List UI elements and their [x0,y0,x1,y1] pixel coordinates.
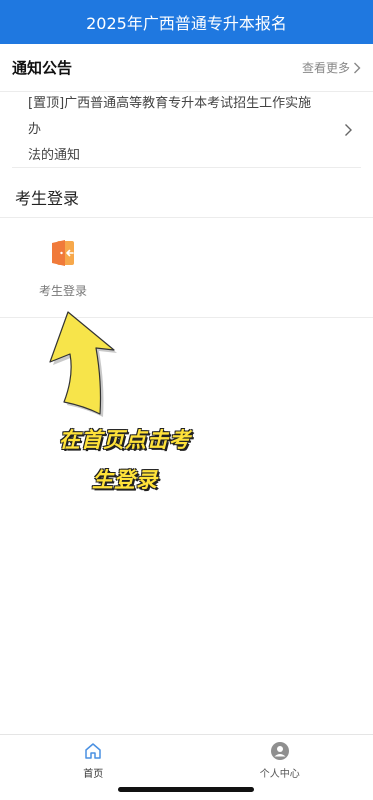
tab-home[interactable]: 首页 [0,735,187,786]
home-indicator [118,787,254,792]
tab-home-label: 首页 [83,769,104,780]
annotation-text: 在首页点击考 生登录 [20,420,230,500]
chevron-right-icon [354,62,361,73]
student-login-button[interactable]: 考生登录 [24,238,102,308]
login-door-icon [52,240,74,266]
notice-section-header: 通知公告 查看更多 [0,44,373,92]
app-header: 2025年广西普通专升本报名 [0,0,373,44]
chevron-right-icon [345,123,352,136]
login-section-title-text: 考生登录 [15,188,80,208]
student-login-label: 考生登录 [38,284,87,298]
view-more-link[interactable]: 查看更多 [302,59,361,76]
tab-user-center[interactable]: 个人中心 [187,735,373,786]
notice-title: 通知公告 [12,59,73,77]
annotation-line2: 生登录 [92,468,158,492]
annotation-line1: 在首页点击考 [59,428,191,452]
login-section-title: 考生登录 [0,176,373,218]
notice-item-line1: [置顶]广西普通高等教育专升本考试招生工作实施办 [28,95,312,137]
bottom-tab-bar: 首页 个人中心 [0,734,373,786]
notice-list-item[interactable]: [置顶]广西普通高等教育专升本考试招生工作实施办 法的通知 [12,92,361,168]
view-more-label: 查看更多 [301,61,350,75]
user-center-icon [270,742,289,760]
notice-item-text: [置顶]广西普通高等教育专升本考试招生工作实施办 法的通知 [12,91,322,169]
home-icon [85,743,101,759]
login-card: 考生登录 [0,218,373,318]
pointer-arrow-icon [49,311,117,417]
header-title: 2025年广西普通专升本报名 [86,14,287,33]
tab-user-center-label: 个人中心 [259,769,300,780]
notice-item-line2: 法的通知 [28,147,81,163]
